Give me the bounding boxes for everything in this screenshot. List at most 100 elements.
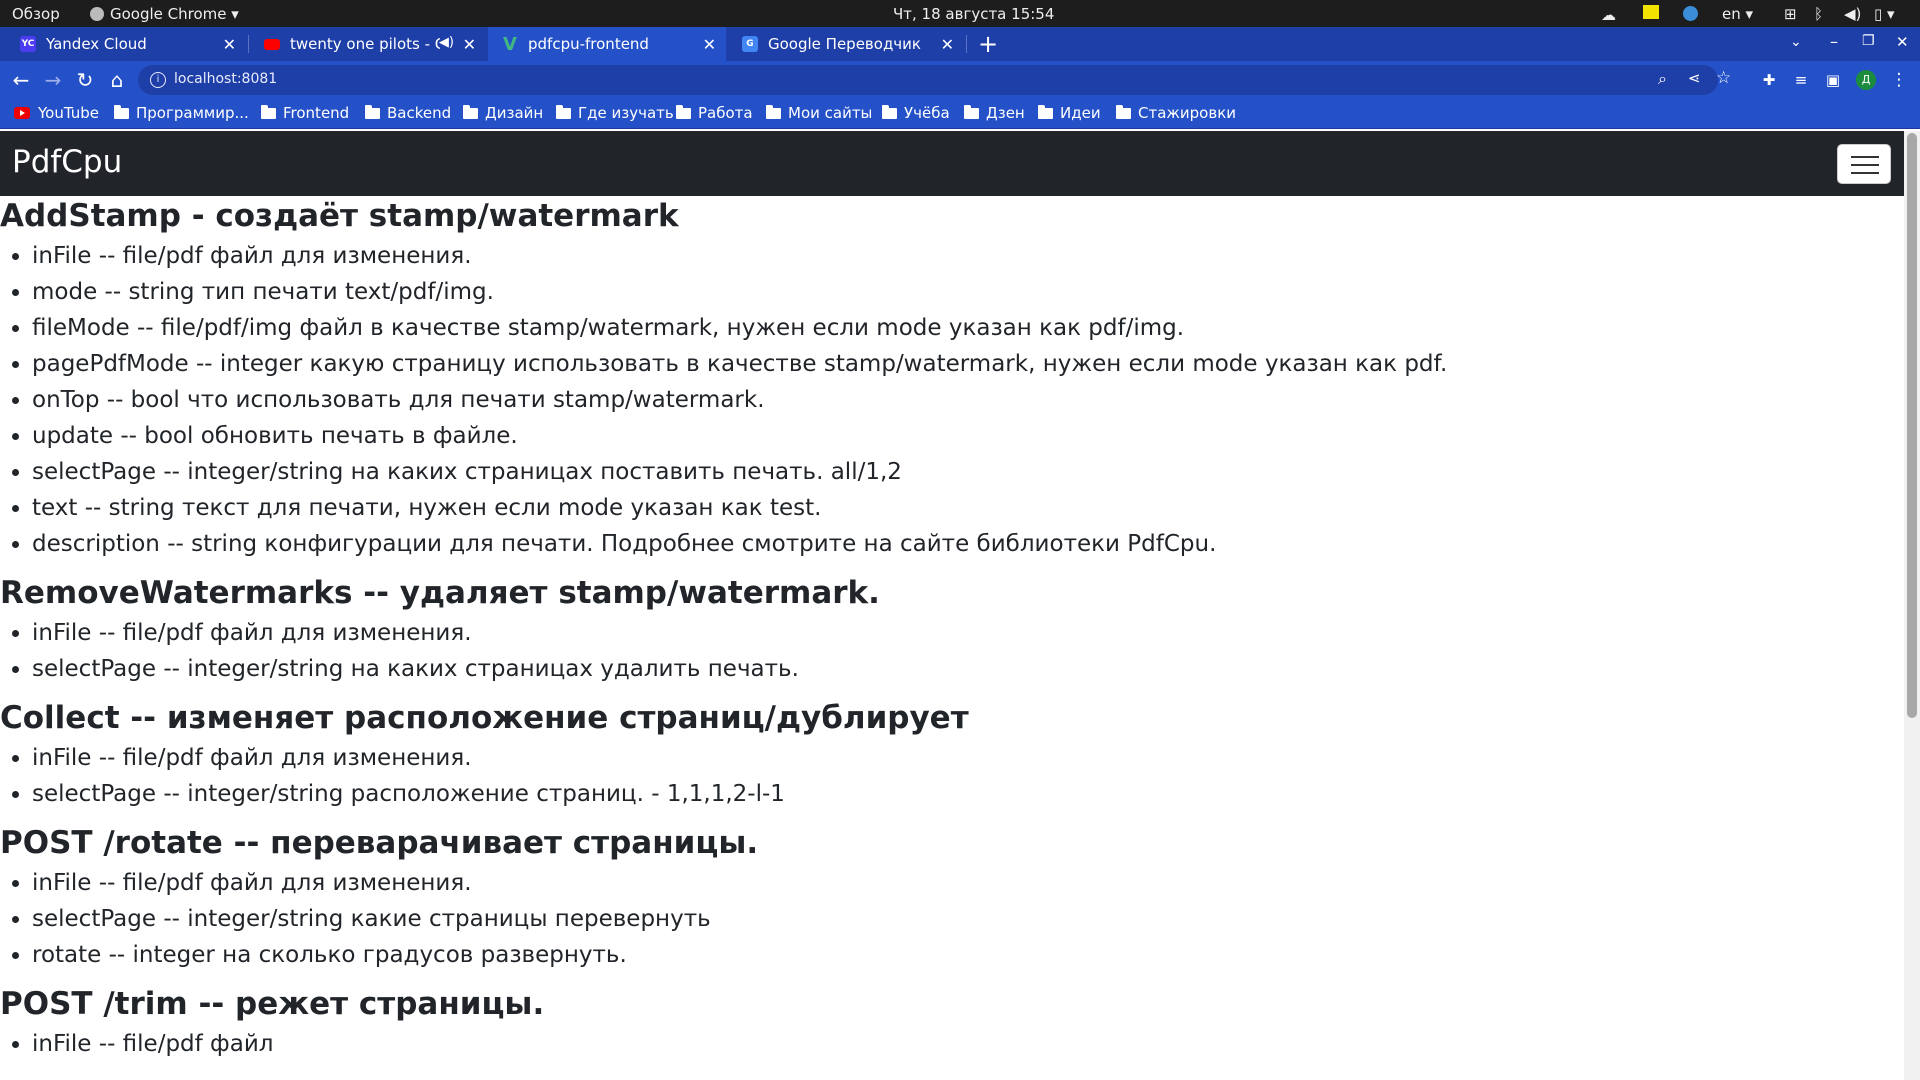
folder-icon (1038, 104, 1053, 119)
tab-strip: YC Yandex Cloud ✕ twenty one pilots - Ch… (0, 27, 1920, 61)
tab-yandex-cloud[interactable]: YC Yandex Cloud ✕ (6, 27, 246, 61)
folder-icon (556, 104, 571, 119)
tab-title: Google Переводчик (768, 35, 921, 53)
bookmark-folder[interactable]: Программир... (114, 104, 249, 122)
bookmark-label: Frontend (283, 104, 350, 122)
media-control-icon[interactable]: ≡ (1788, 67, 1814, 93)
list-item: inFile -- file/pdf файл для изменения. (32, 740, 1900, 776)
close-tab-icon[interactable]: ✕ (941, 35, 954, 54)
bookmark-folder[interactable]: Frontend (261, 104, 349, 122)
tab-pdfcpu-frontend[interactable]: V pdfcpu-frontend ✕ (488, 27, 726, 61)
url-text[interactable]: localhost:8081 (174, 71, 277, 87)
address-bar[interactable]: i localhost:8081 ⌕ ⋖ ☆ (138, 65, 1731, 95)
navbar-toggler-button[interactable] (1837, 144, 1891, 184)
bookmark-label: Учёба (904, 104, 950, 122)
app-name: Google Chrome (110, 5, 227, 23)
bookmark-label: Стажировки (1138, 104, 1237, 122)
page-scrollbar[interactable] (1904, 131, 1920, 1080)
folder-icon (261, 104, 276, 119)
close-tab-icon[interactable]: ✕ (463, 35, 476, 54)
profile-avatar[interactable]: Д (1856, 70, 1876, 90)
tab-search-icon[interactable]: ⌄ (1790, 34, 1802, 50)
list-item: update -- bool обновить печать в файле. (32, 418, 1900, 454)
clock[interactable]: Чт, 18 августа 15:54 (893, 5, 1054, 23)
keyboard-layout[interactable]: en ▾ (1722, 5, 1753, 23)
volume-icon[interactable]: ◀) (1844, 5, 1861, 23)
home-icon[interactable]: ⌂ (104, 67, 130, 93)
close-tab-icon[interactable]: ✕ (223, 35, 236, 54)
section-title: POST /rotate -- переварачивает страницы. (0, 825, 759, 861)
minimize-icon[interactable]: – (1830, 32, 1838, 51)
tab-twenty-one-pilots[interactable]: twenty one pilots - Chl ◀) ✕ (250, 27, 486, 61)
youtube-icon (14, 107, 30, 119)
notes-icon[interactable] (1643, 5, 1659, 19)
param-list: inFile -- file/pdf файл для изменения. s… (0, 615, 1900, 687)
list-item: rotate -- integer на сколько градусов ра… (32, 937, 1900, 973)
list-item: inFile -- file/pdf файл для изменения. (32, 615, 1900, 651)
tray-app-icon[interactable] (1683, 6, 1698, 21)
list-item: mode -- string тип печати text/pdf/img. (32, 274, 1900, 310)
list-item: inFile -- file/pdf файл для изменения. (32, 865, 1900, 901)
extensions-icon[interactable]: ✚ (1756, 67, 1782, 93)
param-list: inFile -- file/pdf файл для изменения. s… (0, 740, 1900, 812)
translate-favicon: G (742, 36, 758, 52)
browser-toolbar: ← → ↻ ⌂ i localhost:8081 ⌕ ⋖ ☆ ✚ ≡ ▣ Д ⋮ (0, 61, 1920, 98)
reload-icon[interactable]: ↻ (72, 67, 98, 93)
list-item: onTop -- bool что использовать для печат… (32, 382, 1900, 418)
bookmark-label: Работа (698, 104, 753, 122)
folder-icon (964, 104, 979, 119)
bookmark-star-icon[interactable]: ☆ (1716, 68, 1731, 88)
bookmark-folder[interactable]: Backend (365, 104, 451, 122)
system-top-bar: Обзор Google Chrome ▾ Чт, 18 августа 15:… (0, 0, 1920, 27)
list-item: inFile -- file/pdf файл (32, 1026, 1900, 1062)
section-title: RemoveWatermarks -- удаляет stamp/waterm… (0, 575, 880, 611)
tab-google-translate[interactable]: G Google Переводчик ✕ (728, 27, 964, 61)
list-item: selectPage -- integer/string на каких ст… (32, 651, 1900, 687)
bookmark-label: YouTube (38, 104, 99, 122)
list-item: selectPage -- integer/string расположени… (32, 776, 1900, 812)
zoom-search-icon[interactable]: ⌕ (1658, 69, 1667, 89)
folder-icon (882, 104, 897, 119)
app-navbar: PdfCpu (0, 131, 1904, 196)
section-title: POST /trim -- режет страницы. (0, 986, 545, 1022)
close-tab-icon[interactable]: ✕ (703, 35, 716, 54)
folder-icon (1116, 104, 1131, 119)
forward-icon[interactable]: → (40, 67, 66, 93)
bookmark-label: Где изучать (578, 104, 674, 122)
scrollbar-thumb[interactable] (1907, 133, 1917, 718)
list-item: fileMode -- file/pdf/img файл в качестве… (32, 310, 1900, 346)
audio-playing-icon[interactable]: ◀) (439, 35, 454, 50)
bookmark-folder[interactable]: Работа (676, 104, 753, 122)
navbar-brand[interactable]: PdfCpu (12, 144, 122, 180)
hamburger-icon (1851, 156, 1879, 158)
network-icon[interactable]: ⊞ (1784, 5, 1797, 23)
bookmark-youtube[interactable]: YouTube (14, 104, 99, 122)
chrome-icon (90, 7, 104, 21)
weather-icon[interactable]: ☁ (1601, 6, 1616, 24)
close-window-icon[interactable]: ✕ (1896, 33, 1909, 51)
tab-title: twenty one pilots - Chl (290, 35, 440, 53)
app-menu[interactable]: Google Chrome ▾ (90, 5, 239, 23)
side-panel-icon[interactable]: ▣ (1820, 67, 1846, 93)
bookmark-folder[interactable]: Где изучать (556, 104, 674, 122)
bookmark-folder[interactable]: Дизайн (463, 104, 543, 122)
bookmark-folder[interactable]: Учёба (882, 104, 950, 122)
bluetooth-icon[interactable]: ᛒ (1814, 5, 1823, 23)
bookmark-label: Дизайн (485, 104, 544, 122)
folder-icon (365, 104, 380, 119)
tab-title: Yandex Cloud (46, 35, 147, 53)
share-icon[interactable]: ⋖ (1688, 69, 1701, 87)
new-tab-button[interactable]: + (978, 30, 998, 58)
bookmark-folder[interactable]: Идеи (1038, 104, 1101, 122)
bookmark-folder[interactable]: Дзен (964, 104, 1025, 122)
bookmark-folder[interactable]: Мои сайты (766, 104, 872, 122)
list-item: description -- string конфигурации для п… (32, 526, 1900, 562)
battery-icon[interactable]: ▯ ▾ (1874, 5, 1895, 23)
bookmark-folder[interactable]: Стажировки (1116, 104, 1236, 122)
param-list: inFile -- file/pdf файл для изменения. s… (0, 865, 1900, 973)
back-icon[interactable]: ← (8, 67, 34, 93)
activities-button[interactable]: Обзор (12, 5, 60, 23)
menu-kebab-icon[interactable]: ⋮ (1886, 67, 1912, 93)
maximize-icon[interactable]: ❐ (1862, 33, 1875, 49)
site-info-icon[interactable]: i (150, 72, 166, 88)
